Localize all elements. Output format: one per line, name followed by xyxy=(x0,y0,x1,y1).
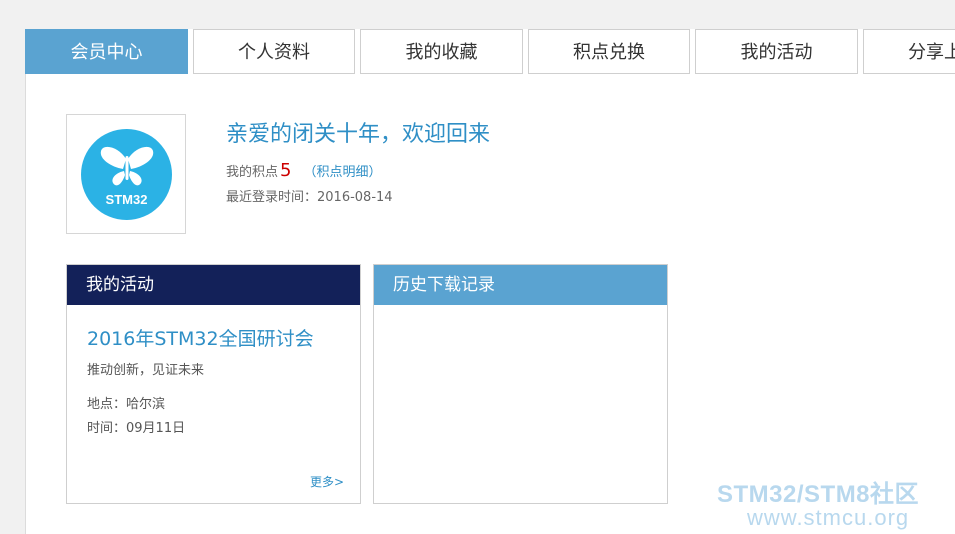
tab-member-center[interactable]: 会员中心 xyxy=(25,29,188,74)
stm32-logo: STM32 xyxy=(81,129,172,220)
logo-text: STM32 xyxy=(106,192,148,207)
tab-personal-info[interactable]: 个人资料 xyxy=(193,29,355,74)
avatar[interactable]: STM32 xyxy=(66,114,186,234)
tab-my-activities[interactable]: 我的活动 xyxy=(695,29,858,74)
event-place: 地点：哈尔滨 xyxy=(87,397,166,412)
my-activities-panel: 我的活动 2016年STM32全国研讨会 推动创新，见证未来 地点：哈尔滨 时间… xyxy=(66,264,361,504)
panel-title: 历史下载记录 xyxy=(374,265,667,305)
butterfly-icon: STM32 xyxy=(100,146,154,207)
event-title-link[interactable]: 2016年STM32全国研讨会 xyxy=(87,324,314,351)
points-detail-link[interactable]: （积点明细） xyxy=(303,165,381,180)
watermark-url: www.stmcu.org xyxy=(747,505,910,530)
event-subtitle: 推动创新，见证未来 xyxy=(87,363,205,378)
tab-bar: 会员中心 个人资料 我的收藏 积点兑换 我的活动 分享上 xyxy=(25,29,955,74)
download-history-panel: 历史下载记录 xyxy=(373,264,668,504)
points-label: 我的积点 xyxy=(226,165,279,180)
points-value: 5 xyxy=(280,160,292,181)
more-link[interactable]: 更多> xyxy=(310,473,344,490)
tab-points-exchange[interactable]: 积点兑换 xyxy=(528,29,690,74)
event-time: 时间：09月11日 xyxy=(87,421,186,436)
tab-favorites[interactable]: 我的收藏 xyxy=(360,29,523,74)
panel-title: 我的活动 xyxy=(67,265,360,305)
site-watermark: STM32/STM8社区 www.stmcu.org xyxy=(717,474,919,531)
watermark-title: STM32/STM8社区 xyxy=(717,481,920,508)
last-login: 最近登录时间：2016-08-14 xyxy=(226,190,393,205)
tab-share[interactable]: 分享上 xyxy=(863,29,955,74)
points-row: 我的积点 5 （积点明细） xyxy=(226,160,381,181)
welcome-message: 亲爱的闭关十年，欢迎回来 xyxy=(226,122,491,147)
